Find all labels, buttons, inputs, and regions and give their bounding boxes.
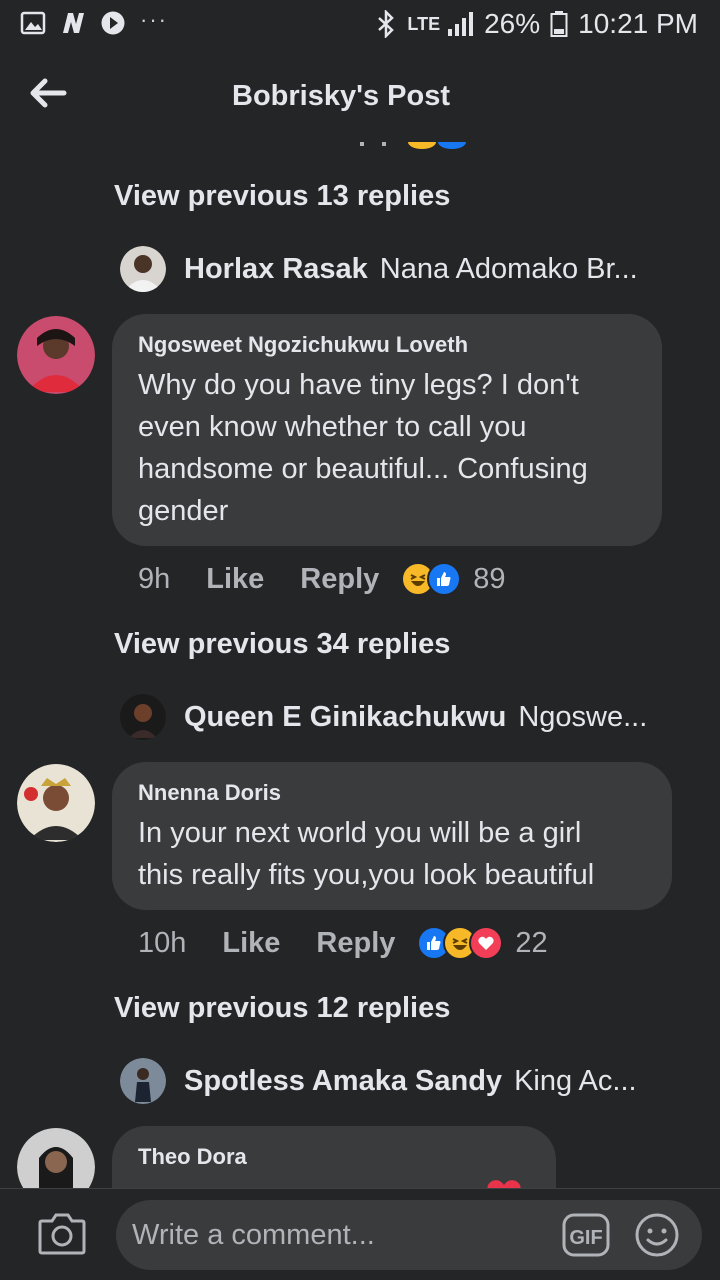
view-previous-replies-link[interactable]: View previous 34 replies <box>114 628 450 661</box>
battery-icon <box>550 11 568 37</box>
reply-author[interactable]: Queen E Ginikachukwu <box>184 701 506 733</box>
comment-author[interactable]: Nnenna Doris <box>138 780 646 806</box>
reply-preview-text: Spotless Amaka Sandy King Ac... <box>184 1065 637 1098</box>
smiley-icon <box>635 1213 679 1257</box>
reply-preview[interactable]: Queen E Ginikachukwu Ngoswe... <box>120 692 680 742</box>
comment-line: handsome or beautiful... Confusing <box>138 453 588 485</box>
comment-input[interactable]: Write a comment... GIF <box>116 1200 702 1270</box>
comment-bubble[interactable]: Theo Dora <box>112 1126 556 1188</box>
reply-preview[interactable]: Spotless Amaka Sandy King Ac... <box>120 1056 680 1106</box>
view-previous-replies-link[interactable]: View previous 13 replies <box>114 180 450 213</box>
status-left-icons: ··· <box>20 7 168 36</box>
view-previous-replies-link[interactable]: View previous 12 replies <box>114 992 450 1025</box>
emoji-button[interactable] <box>634 1212 680 1258</box>
comment-author[interactable]: Ngosweet Ngozichukwu Loveth <box>138 332 636 358</box>
avatar[interactable] <box>17 1128 95 1188</box>
avatar[interactable] <box>17 764 95 842</box>
avatar[interactable] <box>120 1058 166 1104</box>
signal-icon <box>448 12 474 36</box>
comment-text: Why do you have tiny legs? I don't even … <box>138 364 636 532</box>
partial-reactions-icon <box>360 142 466 149</box>
comment-actions: 10h Like Reply 22 <box>138 926 548 960</box>
like-button[interactable]: Like <box>206 563 264 596</box>
battery-percent: 26% <box>484 8 541 39</box>
comment-author[interactable]: Theo Dora <box>138 1144 530 1170</box>
comment-line: this really fits you,you look beautiful <box>138 859 595 891</box>
avatar[interactable] <box>17 316 95 394</box>
app-screen: ··· LTE 26% 10:21 PM Bobrisky's Post Vie… <box>0 0 720 1280</box>
network-type: LTE <box>407 13 441 34</box>
n-icon <box>63 13 84 33</box>
camera-icon <box>38 1213 86 1255</box>
reply-snippet: Nana Adomako Br... <box>379 252 638 285</box>
page-title: Bobrisky's Post <box>232 80 451 112</box>
comments-feed[interactable]: View previous 13 replies Horlax Rasak Nan… <box>0 142 720 1188</box>
reply-author[interactable]: Spotless Amaka Sandy <box>184 1065 502 1097</box>
reaction-icons[interactable] <box>417 926 504 960</box>
reaction-count[interactable]: 22 <box>515 927 547 960</box>
comment-line: even know whether to call you <box>138 411 527 443</box>
comment-bubble[interactable]: Nnenna Doris In your next world you will… <box>112 762 672 910</box>
camera-button[interactable] <box>36 1209 88 1259</box>
comment-composer: Write a comment... GIF <box>0 1188 720 1280</box>
love-reaction-icon <box>469 926 504 960</box>
comment-bubble[interactable]: Ngosweet Ngozichukwu Loveth Why do you h… <box>112 314 662 546</box>
gif-icon: GIF <box>562 1213 610 1257</box>
reply-button[interactable]: Reply <box>316 927 395 960</box>
messenger-icon <box>101 11 125 35</box>
reply-preview[interactable]: Horlax Rasak Nana Adomako Br... <box>120 244 680 294</box>
post-header: Bobrisky's Post <box>0 50 720 142</box>
more-dots-icon: ··· <box>140 7 168 32</box>
gif-label: GIF <box>569 1227 602 1249</box>
reaction-count[interactable]: 89 <box>473 563 505 596</box>
reply-author[interactable]: Horlax Rasak <box>184 253 368 285</box>
bluetooth-icon <box>378 10 395 38</box>
comment-time: 9h <box>138 562 171 595</box>
like-reaction-icon <box>427 562 462 596</box>
clock: 10:21 PM <box>578 8 698 39</box>
comment-line: In your next world you will be a girl <box>138 817 582 849</box>
reply-button[interactable]: Reply <box>300 563 379 596</box>
heart-emoji-icon <box>487 1180 521 1188</box>
reply-preview-text: Queen E Ginikachukwu Ngoswe... <box>184 701 647 734</box>
image-icon <box>20 11 46 35</box>
avatar[interactable] <box>120 246 166 292</box>
gif-button[interactable]: GIF <box>562 1213 610 1257</box>
avatar[interactable] <box>120 694 166 740</box>
comment-line: gender <box>138 495 229 527</box>
reply-snippet: King Ac... <box>514 1064 637 1097</box>
like-button[interactable]: Like <box>222 927 280 960</box>
comment-placeholder: Write a comment... <box>132 1218 375 1251</box>
comment-text: In your next world you will be a girl th… <box>138 812 646 896</box>
status-right: LTE 26% 10:21 PM <box>375 8 698 40</box>
back-button[interactable] <box>22 68 74 118</box>
comment-actions: 9h Like Reply 89 <box>138 562 506 596</box>
reaction-icons[interactable] <box>401 562 462 596</box>
comment-line: Why do you have tiny legs? I don't <box>138 369 579 401</box>
reply-snippet: Ngoswe... <box>518 700 648 733</box>
back-arrow-icon <box>30 78 67 108</box>
reply-preview-text: Horlax Rasak Nana Adomako Br... <box>184 253 638 286</box>
status-bar: ··· LTE 26% 10:21 PM <box>0 0 720 50</box>
comment-time: 10h <box>138 926 187 959</box>
